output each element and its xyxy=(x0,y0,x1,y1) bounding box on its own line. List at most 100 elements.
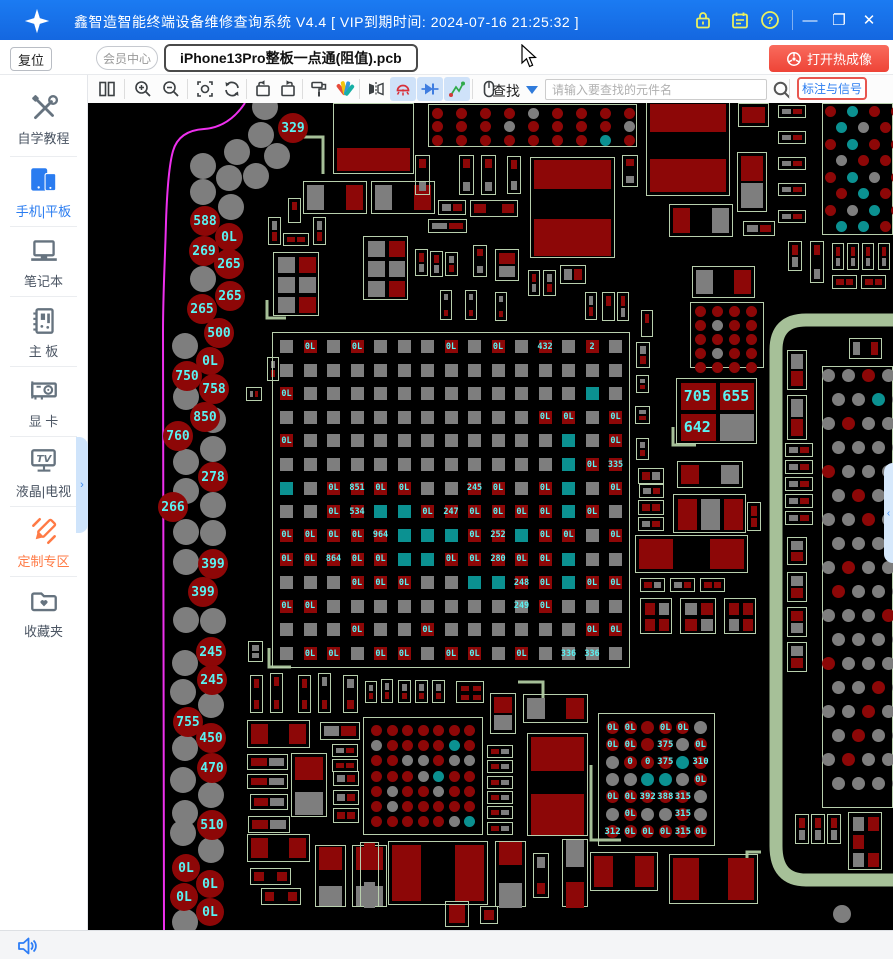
pcb-pad[interactable] xyxy=(792,257,798,267)
pcb-pad[interactable] xyxy=(302,679,307,688)
pcb-pad[interactable] xyxy=(673,858,699,900)
main-bga-pad[interactable] xyxy=(280,363,293,377)
main-bga-pad[interactable] xyxy=(327,340,340,353)
pcb-pad[interactable] xyxy=(463,181,470,191)
pcb-component[interactable] xyxy=(646,103,730,196)
pcb-pad[interactable] xyxy=(793,161,802,166)
main-bga-pad[interactable] xyxy=(515,410,528,424)
pcb-pad[interactable] xyxy=(491,810,499,815)
main-bga-pad[interactable] xyxy=(562,481,575,495)
main-bga-pad[interactable] xyxy=(585,363,599,377)
pcb-pad[interactable] xyxy=(659,603,669,615)
pcb-chip[interactable] xyxy=(470,200,518,217)
pcb-pad[interactable] xyxy=(337,794,345,801)
pcb-chip[interactable] xyxy=(641,310,653,337)
pcb-ball-pad[interactable] xyxy=(728,361,740,373)
pcb-chip[interactable] xyxy=(602,292,615,321)
pcb-ball-pad[interactable] xyxy=(831,392,845,406)
pcb-ball-pad[interactable] xyxy=(431,107,443,119)
pcb-pad[interactable] xyxy=(469,294,473,300)
main-bga-pad[interactable] xyxy=(303,458,317,472)
pcb-pad[interactable] xyxy=(297,237,305,242)
pcb-canvas[interactable]: 705 655 642 0L 0L 0L 0L 432 2 0L 0L 0L 0L 0L 0L 0L 335 0L… xyxy=(88,103,893,930)
pcb-pad[interactable] xyxy=(501,810,509,815)
pcb-component[interactable] xyxy=(848,812,882,870)
test-point[interactable] xyxy=(172,333,198,359)
main-bga-pad[interactable] xyxy=(562,387,575,401)
pcb-pad[interactable] xyxy=(499,266,515,277)
main-bga-pad[interactable] xyxy=(303,434,317,448)
pcb-pad[interactable] xyxy=(289,724,306,744)
bga7-pad[interactable] xyxy=(371,816,382,827)
bga7-pad[interactable] xyxy=(402,770,413,782)
pcb-pad[interactable] xyxy=(268,758,284,766)
pcb-chip[interactable] xyxy=(415,680,428,703)
main-bga-pad[interactable] xyxy=(374,599,387,613)
pcb-ball-pad[interactable] xyxy=(694,305,706,317)
pcb-pad[interactable] xyxy=(882,257,886,266)
pcb-chip[interactable] xyxy=(560,265,586,284)
pcb-ball-pad[interactable] xyxy=(861,752,875,766)
pcb-chip[interactable] xyxy=(465,290,477,320)
pcb-pad[interactable] xyxy=(511,160,517,169)
pcb-ball-pad[interactable] xyxy=(694,319,706,331)
main-bga-pad[interactable] xyxy=(444,434,458,448)
lamp-highlight-tool[interactable] xyxy=(390,77,416,101)
pcb-component[interactable] xyxy=(724,598,756,634)
pcb-ball-pad[interactable] xyxy=(881,752,893,766)
pcb-pad[interactable] xyxy=(449,905,465,923)
pcb-pad[interactable] xyxy=(364,882,375,908)
pcb-chip[interactable] xyxy=(388,841,488,905)
pcb-chip[interactable] xyxy=(480,906,498,924)
pcb-ball-pad[interactable] xyxy=(527,121,539,132)
pcb-pad[interactable] xyxy=(711,208,729,233)
pcb-pad[interactable] xyxy=(484,910,494,920)
split-view-tool[interactable] xyxy=(94,77,120,101)
pcb-pad[interactable] xyxy=(652,521,660,527)
sidebar-item-mainboard[interactable]: 主 板 xyxy=(0,299,87,365)
main-bga-pad[interactable] xyxy=(585,410,599,424)
main-bga-pad[interactable] xyxy=(562,623,575,637)
main-bga-pad[interactable] xyxy=(562,552,575,566)
main-bga-pad[interactable] xyxy=(515,623,528,637)
pcb-chip[interactable] xyxy=(487,791,513,804)
pcb-chip[interactable] xyxy=(862,243,874,270)
bga7-pad[interactable] xyxy=(417,816,429,827)
pcb-pad[interactable] xyxy=(392,845,422,901)
pcb-chip[interactable] xyxy=(700,578,725,592)
main-bga-pad[interactable] xyxy=(421,458,434,472)
pcb-chip[interactable] xyxy=(692,266,755,298)
pcb-pad[interactable] xyxy=(640,442,645,448)
pcb-chip[interactable] xyxy=(381,679,393,703)
pcb-pad[interactable] xyxy=(499,311,503,317)
pcb-pad[interactable] xyxy=(751,517,757,527)
pcb-chip[interactable] xyxy=(415,249,428,276)
pcb-pad[interactable] xyxy=(866,257,870,266)
pcb-pad[interactable] xyxy=(388,281,405,297)
pcb-chip[interactable] xyxy=(778,210,806,223)
main-bga-pad[interactable] xyxy=(374,387,387,401)
pcb-pad[interactable] xyxy=(639,410,646,414)
main-bga-pad[interactable] xyxy=(538,458,552,472)
main-bga-pad[interactable] xyxy=(397,340,411,353)
pcb-ball-pad[interactable] xyxy=(745,319,757,331)
bga7-pad[interactable] xyxy=(448,725,460,736)
pcb-chip[interactable] xyxy=(487,745,513,758)
pcb-chip[interactable] xyxy=(248,816,290,833)
pcb-ball-pad[interactable] xyxy=(835,188,847,199)
pcb-chip[interactable] xyxy=(785,511,813,525)
pcb-pad[interactable] xyxy=(791,658,803,668)
bga7-pad[interactable] xyxy=(371,785,382,797)
test-point-labeled[interactable]: 329 xyxy=(278,113,308,143)
pcb-pad[interactable] xyxy=(341,726,356,736)
main-bga-pad[interactable] xyxy=(327,623,340,637)
pcb-ball-pad[interactable] xyxy=(824,204,836,216)
pcb-pad[interactable] xyxy=(642,521,650,527)
pcb-pad[interactable] xyxy=(729,603,739,615)
main-bga-pad[interactable] xyxy=(444,599,458,613)
main-bga-pad[interactable] xyxy=(350,458,364,472)
pcb-ball-pad[interactable] xyxy=(831,440,845,454)
bga7-pad[interactable] xyxy=(386,785,398,797)
pcb-pad[interactable] xyxy=(292,202,297,210)
pcb-chip[interactable] xyxy=(787,395,807,440)
